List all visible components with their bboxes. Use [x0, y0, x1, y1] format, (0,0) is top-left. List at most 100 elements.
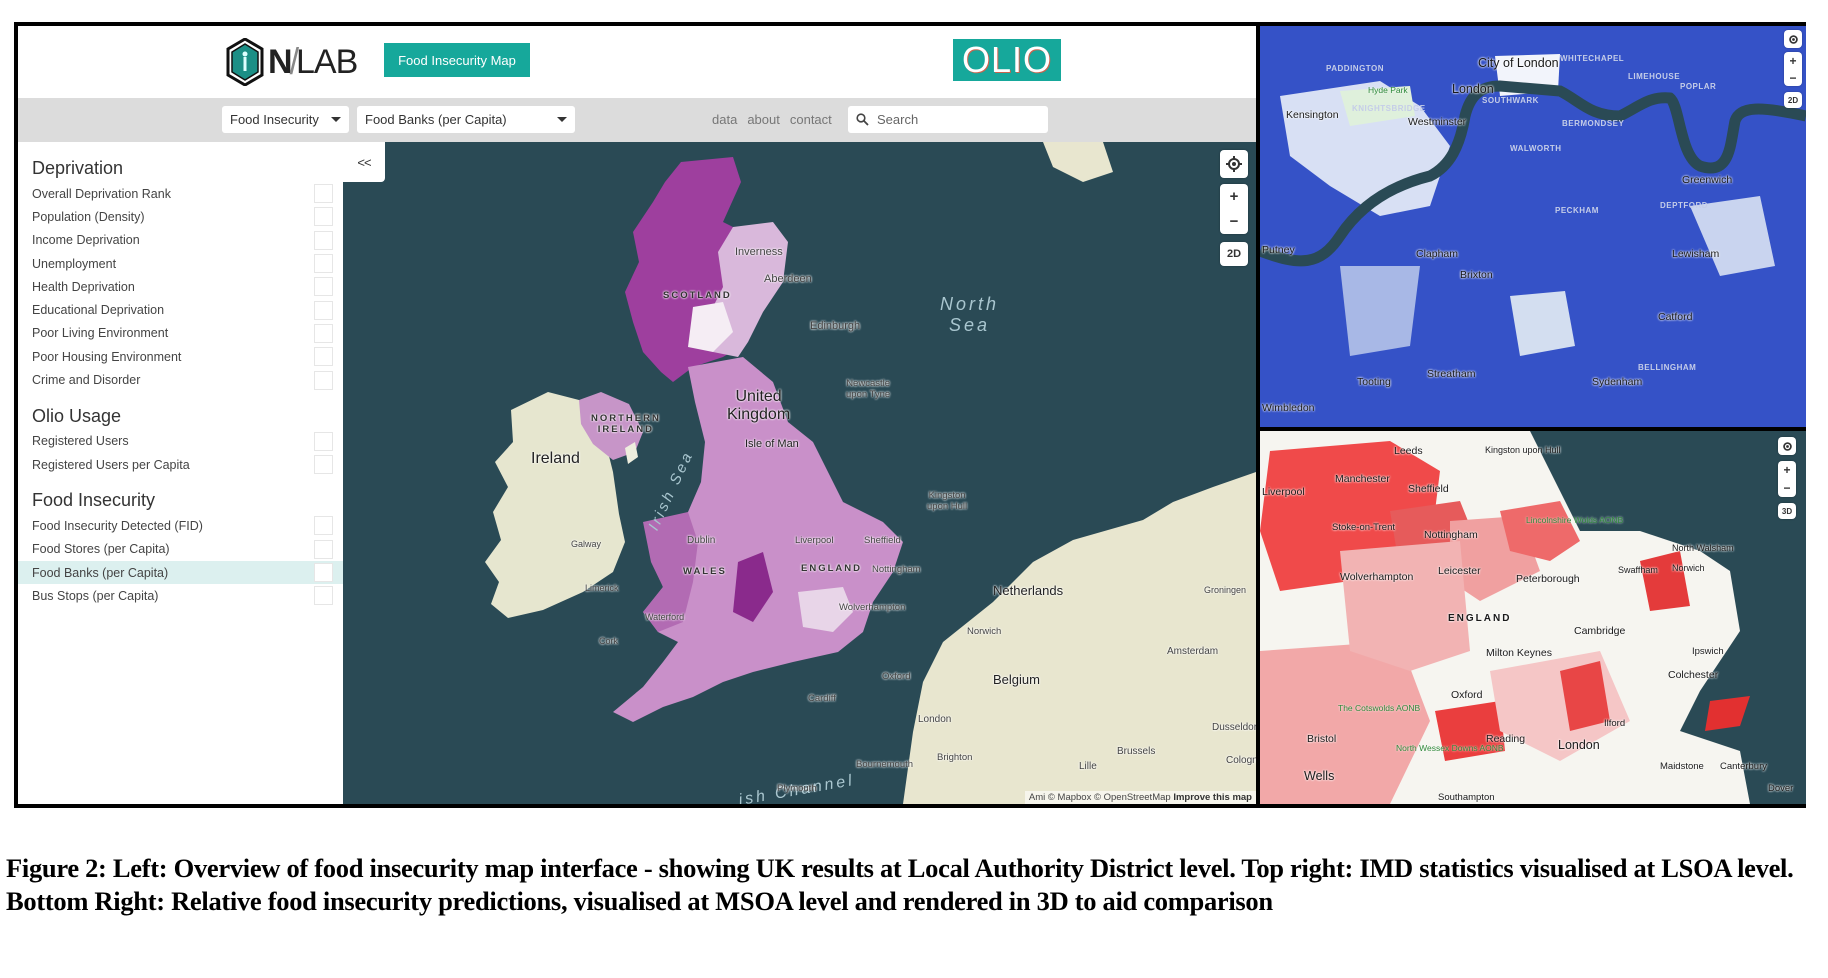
label-scotland: SCOTLAND: [663, 290, 732, 301]
zoom-out-button[interactable]: −: [1789, 71, 1796, 85]
zoom-out-button[interactable]: −: [1783, 481, 1790, 495]
zoom-out-button[interactable]: −: [1230, 213, 1239, 230]
nav-link-contact[interactable]: contact: [790, 112, 832, 127]
attrib-mapbox-link[interactable]: © Mapbox: [1048, 792, 1091, 803]
label-clapham: Clapham: [1416, 248, 1459, 260]
england-3d-prediction-map[interactable]: ENGLAND Leeds Manchester Sheffield Liver…: [1260, 431, 1806, 804]
layer-checkbox[interactable]: [314, 277, 333, 297]
layer-item-population-density[interactable]: Population (Density): [18, 205, 343, 228]
layer-checkbox[interactable]: [314, 563, 333, 582]
layer-checkbox[interactable]: [314, 184, 333, 204]
label-liverpool: Liverpool: [795, 535, 834, 546]
layer-checkbox[interactable]: [314, 254, 333, 274]
toolbar: Food Insecurity Food Banks (per Capita) …: [18, 98, 1256, 142]
label-bellingham: BELLINGHAM: [1638, 363, 1697, 372]
light-area-south: [1510, 291, 1575, 356]
collapse-sidebar-button[interactable]: <<: [343, 142, 385, 182]
label-aberdeen: Aberdeen: [764, 273, 812, 285]
layer-checkbox[interactable]: [314, 586, 333, 606]
layer-checkbox[interactable]: [314, 230, 333, 250]
geolocate-button[interactable]: [1220, 150, 1248, 178]
layer-item-food-banks[interactable]: Food Banks (per Capita): [18, 560, 343, 585]
uk-choropleth-map[interactable]: North Sea Irish Sea ish Channel United Kin…: [343, 142, 1256, 804]
layer-item-registered-users[interactable]: Registered Users: [18, 430, 343, 453]
layer-item-overall-deprivation-rank[interactable]: Overall Deprivation Rank: [18, 182, 343, 205]
zoom-in-button[interactable]: +: [1783, 463, 1790, 477]
nav-link-data[interactable]: data: [712, 112, 737, 127]
search-input[interactable]: [877, 112, 1037, 127]
label-england: ENGLAND: [1448, 613, 1512, 624]
label-sheffield: Sheffield: [1408, 483, 1449, 495]
zoom-in-button[interactable]: +: [1789, 54, 1796, 68]
layer-item-food-insecurity-detected[interactable]: Food Insecurity Detected (FID): [18, 514, 343, 537]
label-england: ENGLAND: [801, 563, 862, 574]
figure-caption: Figure 2: Left: Overview of food insecur…: [6, 853, 1794, 916]
nlab-logo[interactable]: N / LAB: [226, 38, 358, 86]
middle-band: [1340, 541, 1470, 671]
norway-tip: [1043, 142, 1113, 182]
geolocate-button[interactable]: [1778, 437, 1796, 455]
food-insecurity-map-button[interactable]: Food Insecurity Map: [384, 43, 530, 77]
layer-select[interactable]: Food Banks (per Capita): [357, 106, 575, 133]
label-dover: Dover: [1768, 783, 1794, 794]
layer-item-income-deprivation[interactable]: Income Deprivation: [18, 229, 343, 252]
label-belgium: Belgium: [993, 672, 1040, 687]
label-milton-keynes: Milton Keynes: [1486, 647, 1552, 659]
layer-checkbox[interactable]: [314, 516, 333, 536]
label-bournemouth: Bournemouth: [856, 759, 914, 770]
label-knightsbridge: KNIGHTSBRIDGE: [1352, 104, 1426, 113]
label-norwich: Norwich: [967, 626, 1002, 637]
food-insecurity-app: N / LAB Food Insecurity Map OLIO Food In…: [18, 26, 1256, 804]
layer-item-label: Food Stores (per Capita): [32, 542, 170, 557]
pitch-toggle-button[interactable]: 2D: [1220, 242, 1248, 266]
zoom-in-button[interactable]: +: [1230, 188, 1239, 205]
search-box[interactable]: [848, 106, 1048, 133]
layer-checkbox[interactable]: [314, 323, 333, 343]
layer-checkbox[interactable]: [314, 539, 333, 559]
search-icon: [856, 113, 869, 126]
layer-item-educational-deprivation[interactable]: Educational Deprivation: [18, 298, 343, 321]
pitch-toggle-button[interactable]: 2D: [1784, 92, 1802, 108]
label-maidstone: Maidstone: [1660, 761, 1704, 772]
attrib-improve-link[interactable]: Improve this map: [1173, 792, 1252, 803]
layer-item-registered-users-per-capita[interactable]: Registered Users per Capita: [18, 453, 343, 476]
layer-checkbox[interactable]: [314, 300, 333, 320]
label-swaffham: Swaffham: [1618, 565, 1658, 575]
label-wales: WALES: [683, 566, 727, 577]
london-imd-map[interactable]: City of London London Kensington Westmin…: [1260, 26, 1806, 427]
olio-logo[interactable]: OLIO: [953, 39, 1061, 81]
zoom-controls: + −: [1220, 184, 1248, 234]
logo-slash: /: [289, 40, 300, 83]
layer-item-label: Crime and Disorder: [32, 373, 141, 388]
attrib-osm-link[interactable]: © OpenStreetMap: [1094, 792, 1171, 803]
layer-item-food-stores[interactable]: Food Stores (per Capita): [18, 538, 343, 561]
label-lincolnshire-wolds: Lincolnshire Wolds AONB: [1526, 515, 1624, 525]
label-ireland: Ireland: [531, 450, 580, 467]
category-select[interactable]: Food Insecurity: [222, 106, 349, 133]
geolocate-button[interactable]: [1784, 30, 1802, 48]
label-walworth: WALWORTH: [1510, 144, 1562, 153]
locate-icon: [1782, 441, 1792, 451]
layer-checkbox[interactable]: [314, 347, 333, 367]
nav-link-about[interactable]: about: [747, 112, 780, 127]
layer-item-crime-and-disorder[interactable]: Crime and Disorder: [18, 368, 343, 391]
layer-checkbox[interactable]: [314, 431, 333, 451]
app-header: N / LAB Food Insecurity Map OLIO: [18, 26, 1256, 98]
pitch-toggle-button[interactable]: 3D: [1778, 503, 1796, 519]
layer-item-health-deprivation[interactable]: Health Deprivation: [18, 275, 343, 298]
layer-checkbox[interactable]: [314, 207, 333, 227]
layer-item-bus-stops[interactable]: Bus Stops (per Capita): [18, 584, 343, 607]
label-wells: Wells: [1304, 769, 1335, 783]
label-putney: Putney: [1262, 244, 1295, 256]
layer-item-unemployment[interactable]: Unemployment: [18, 252, 343, 275]
layer-checkbox[interactable]: [314, 455, 333, 475]
section-title-deprivation: Deprivation: [32, 158, 124, 178]
label-cork: Cork: [599, 636, 619, 646]
layer-item-poor-living-environment[interactable]: Poor Living Environment: [18, 322, 343, 345]
label-dublin: Dublin: [687, 535, 716, 546]
chevron-down-icon: [557, 117, 567, 122]
layer-checkbox[interactable]: [314, 370, 333, 390]
layer-item-label: Registered Users: [32, 434, 129, 449]
logo-lab: LAB: [296, 42, 358, 81]
layer-item-poor-housing-environment[interactable]: Poor Housing Environment: [18, 345, 343, 368]
